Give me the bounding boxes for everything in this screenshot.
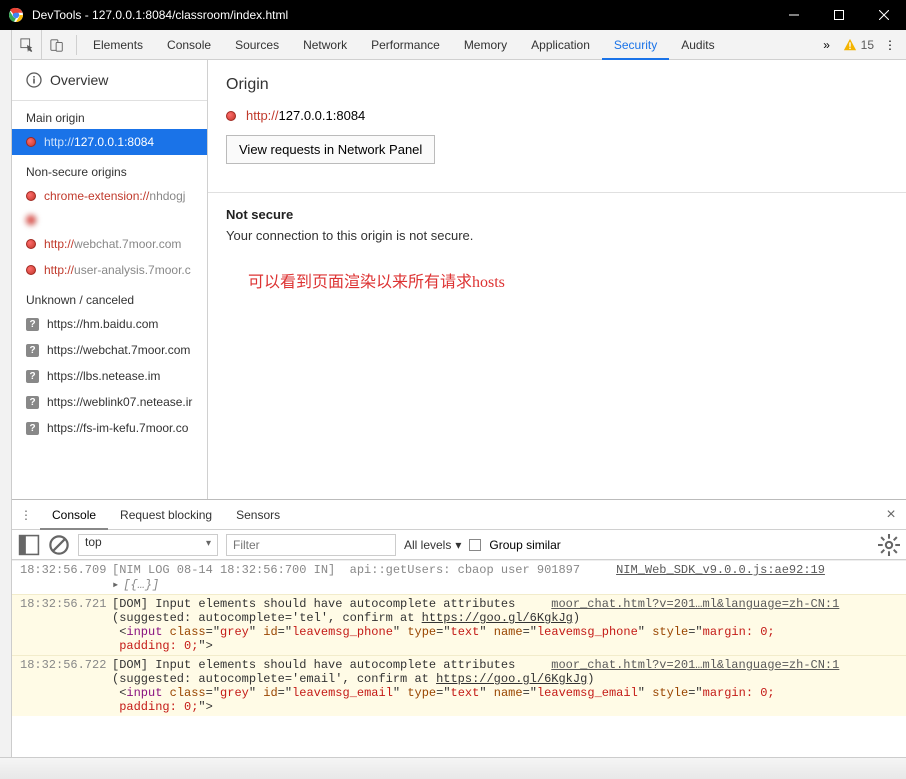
origin-item[interactable]: ?https://fs-im-kefu.7moor.co: [12, 415, 207, 441]
annotation-text: 可以看到页面渲染以来所有请求hosts: [248, 268, 505, 292]
chrome-icon: [8, 7, 24, 23]
warnings-badge[interactable]: 15: [843, 38, 874, 52]
tab-network[interactable]: Network: [291, 30, 359, 60]
tab-console[interactable]: Console: [155, 30, 223, 60]
console-message[interactable]: 18:32:56.722[DOM] Input elements should …: [12, 655, 906, 716]
drawer-more-icon[interactable]: ⋮: [12, 508, 40, 522]
console-toolbar: top All levels ▾ Group similar: [12, 530, 906, 560]
drawer-tab-console[interactable]: Console: [40, 500, 108, 530]
device-toolbar-icon[interactable]: [42, 30, 72, 60]
tab-performance[interactable]: Performance: [359, 30, 452, 60]
security-detail-pane: Origin http://127.0.0.1:8084 View reques…: [208, 60, 906, 499]
drawer: ⋮ ConsoleRequest blockingSensors × top A…: [12, 499, 906, 779]
origin-item[interactable]: ?https://lbs.netease.im: [12, 363, 207, 389]
console-message[interactable]: 18:32:56.721[DOM] Input elements should …: [12, 594, 906, 655]
main-origin-heading: Main origin: [12, 101, 207, 129]
inspect-element-icon[interactable]: [12, 30, 42, 60]
insecure-dot-icon: [26, 137, 36, 147]
unknown-icon: ?: [26, 318, 39, 331]
origin-item[interactable]: ?https://weblink07.netease.ir: [12, 389, 207, 415]
group-similar-checkbox[interactable]: [469, 539, 481, 551]
insecure-dot-icon: [26, 239, 36, 249]
insecure-dot-icon: [226, 111, 236, 121]
tab-application[interactable]: Application: [519, 30, 602, 60]
drawer-tabs: ⋮ ConsoleRequest blockingSensors ×: [12, 500, 906, 530]
not-secure-desc: Your connection to this origin is not se…: [226, 228, 888, 243]
tab-audits[interactable]: Audits: [669, 30, 726, 60]
unknown-icon: ?: [26, 344, 39, 357]
origin-value: http://127.0.0.1:8084: [226, 108, 888, 123]
drawer-close-button[interactable]: ×: [876, 506, 906, 524]
context-select[interactable]: top: [78, 534, 218, 556]
main-origin-item[interactable]: http://127.0.0.1:8084: [12, 129, 207, 155]
insecure-dot-icon: [26, 215, 36, 225]
console-settings-icon[interactable]: [878, 534, 900, 556]
clear-console-icon[interactable]: [48, 534, 70, 556]
left-gutter: [0, 30, 12, 779]
drawer-tab-request-blocking[interactable]: Request blocking: [108, 500, 224, 530]
window-close-button[interactable]: [861, 0, 906, 30]
panel-tabs: ElementsConsoleSourcesNetworkPerformance…: [81, 30, 817, 60]
origin-item[interactable]: chrome-extension://nhdogj: [12, 183, 207, 209]
kebab-menu-icon[interactable]: ⋮: [880, 38, 900, 52]
unknown-icon: ?: [26, 396, 39, 409]
window-titlebar: DevTools - 127.0.0.1:8084/classroom/inde…: [0, 0, 906, 30]
unknown-icon: ?: [26, 370, 39, 383]
unknown-heading: Unknown / canceled: [12, 283, 207, 311]
log-levels-select[interactable]: All levels ▾: [404, 538, 461, 552]
tab-memory[interactable]: Memory: [452, 30, 519, 60]
console-sidebar-toggle-icon[interactable]: [18, 534, 40, 556]
console-filter-input[interactable]: [226, 534, 396, 556]
warnings-count: 15: [861, 38, 874, 52]
origin-item[interactable]: [12, 209, 207, 231]
origin-item[interactable]: http://user-analysis.7moor.c: [12, 257, 207, 283]
origin-item[interactable]: ?https://webchat.7moor.com: [12, 337, 207, 363]
drawer-tab-sensors[interactable]: Sensors: [224, 500, 292, 530]
origin-item[interactable]: http://webchat.7moor.com: [12, 231, 207, 257]
tab-elements[interactable]: Elements: [81, 30, 155, 60]
window-title: DevTools - 127.0.0.1:8084/classroom/inde…: [32, 8, 288, 22]
view-requests-button[interactable]: View requests in Network Panel: [226, 135, 435, 164]
origin-heading: Origin: [226, 76, 888, 94]
nonsecure-heading: Non-secure origins: [12, 155, 207, 183]
group-similar-label: Group similar: [489, 538, 560, 552]
window-maximize-button[interactable]: [816, 0, 861, 30]
origin-item[interactable]: ?https://hm.baidu.com: [12, 311, 207, 337]
insecure-dot-icon: [26, 191, 36, 201]
more-tabs-icon[interactable]: »: [817, 38, 837, 52]
security-sidebar: Overview Main origin http://127.0.0.1:80…: [12, 60, 208, 499]
overview-item[interactable]: Overview: [12, 60, 207, 101]
unknown-icon: ?: [26, 422, 39, 435]
overview-label: Overview: [50, 72, 108, 88]
tab-sources[interactable]: Sources: [223, 30, 291, 60]
console-log[interactable]: 18:32:56.709[NIM LOG 08-14 18:32:56:700 …: [12, 560, 906, 761]
info-icon: [26, 72, 42, 88]
window-minimize-button[interactable]: [771, 0, 816, 30]
tab-security[interactable]: Security: [602, 30, 669, 60]
not-secure-heading: Not secure: [226, 207, 888, 222]
devtools-toolbar: ElementsConsoleSourcesNetworkPerformance…: [12, 30, 906, 60]
image-footer-bar: [0, 757, 906, 779]
insecure-dot-icon: [26, 265, 36, 275]
